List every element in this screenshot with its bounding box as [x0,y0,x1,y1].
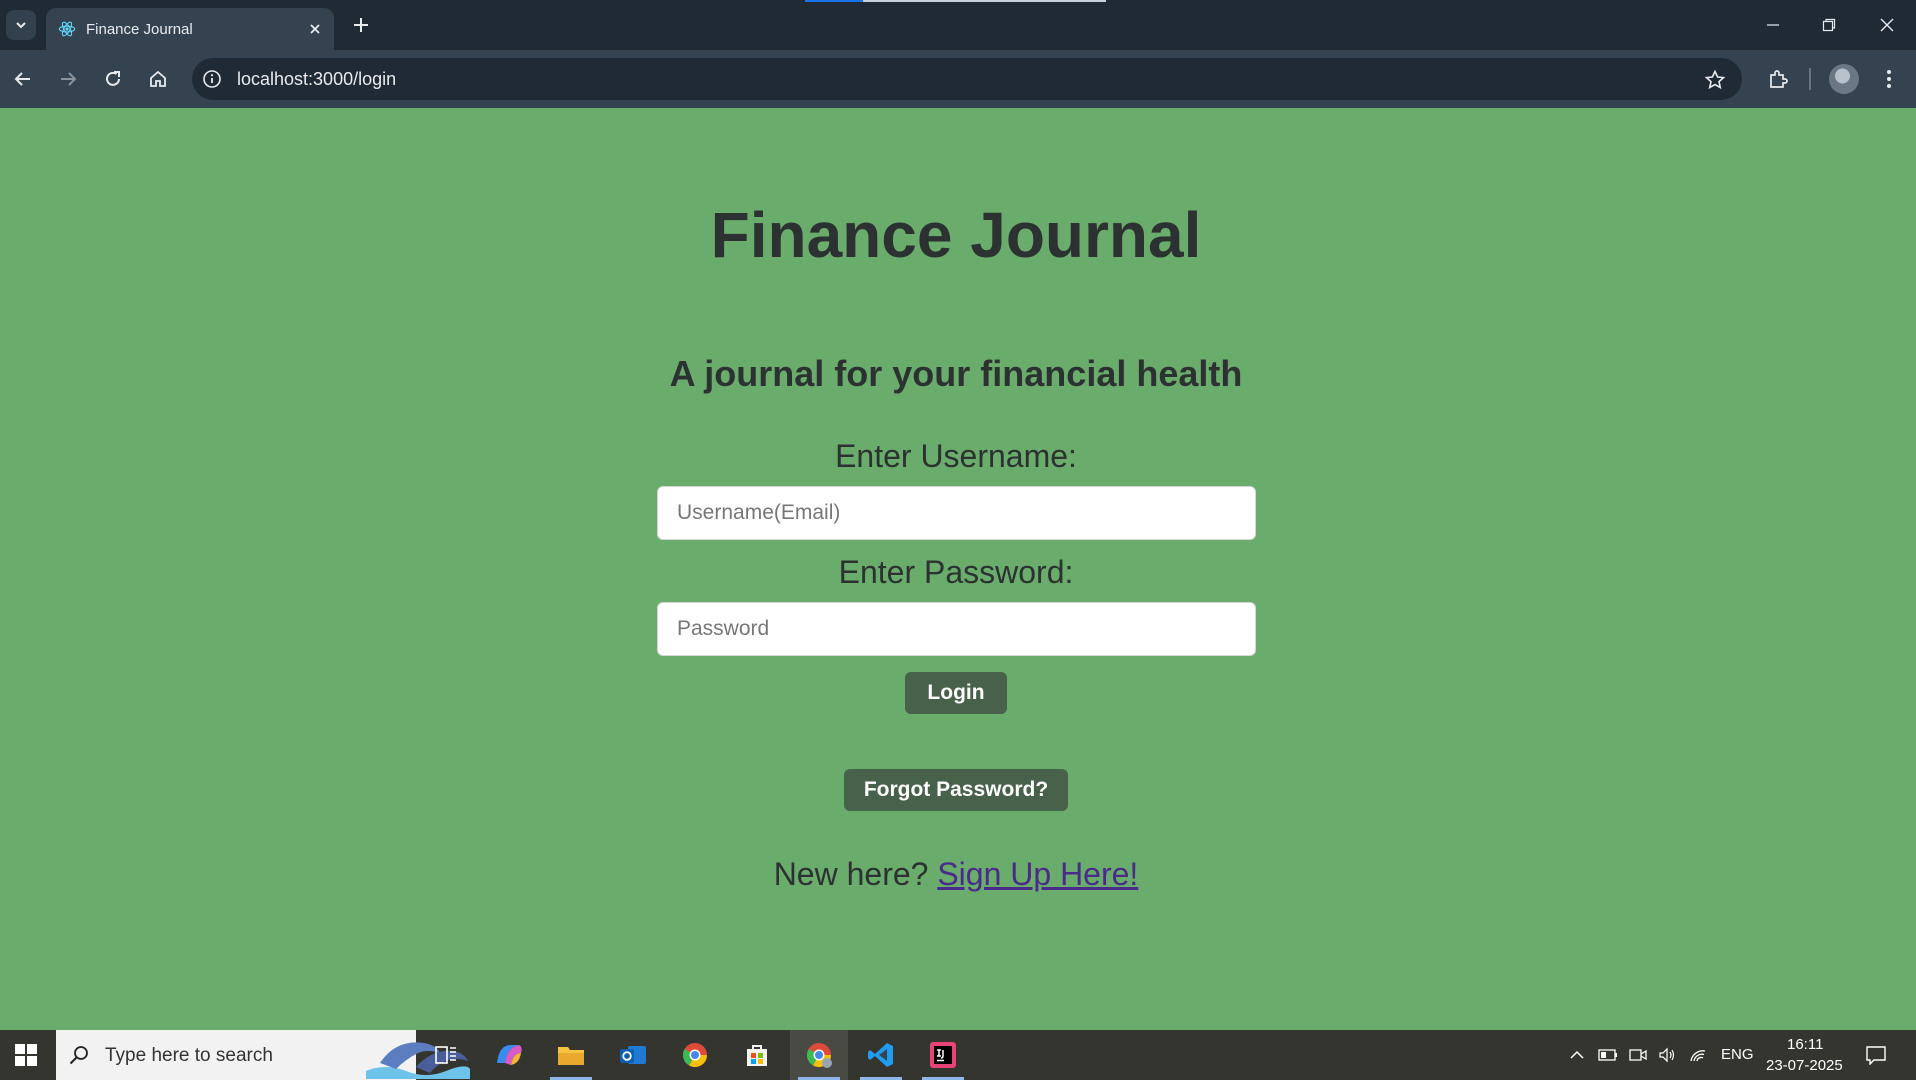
wifi-icon [1690,1050,1706,1062]
home-button[interactable] [143,64,173,94]
clock-time[interactable]: 16:11 [1787,1036,1823,1053]
start-button[interactable] [0,1030,52,1080]
forgot-password-button[interactable]: Forgot Password? [844,769,1068,811]
task-view-button[interactable] [417,1030,475,1080]
battery-status[interactable] [1596,1043,1620,1067]
browser-menu-button[interactable] [1874,64,1904,94]
signup-prompt: New here? Sign Up Here! [0,856,1912,893]
close-tab-icon[interactable] [306,20,324,38]
tab-title: Finance Journal [86,21,193,38]
extensions-button[interactable] [1763,64,1793,94]
home-icon [150,70,166,87]
chrome-profile-icon [806,1043,832,1068]
reload-icon [106,71,120,86]
page-title: Finance Journal [710,199,1202,271]
url-text[interactable]: localhost:3000/login [237,69,396,90]
signup-link[interactable]: Sign Up Here! [937,856,1138,892]
windows-taskbar: Type here to search ENG 16:11 23-07-2025 [0,1030,1916,1080]
chevron-down-icon [16,22,26,29]
username-label: Enter Username: [835,438,1077,474]
back-button[interactable] [8,64,38,94]
site-info-icon[interactable] [202,69,222,89]
restore-icon [1822,18,1836,32]
password-input[interactable] [657,602,1256,656]
taskbar-app-m365[interactable] [480,1030,538,1080]
restore-button[interactable] [1816,12,1842,38]
search-placeholder: Type here to search [105,1045,273,1066]
login-page: Finance Journal A journal for your finan… [0,108,1916,1030]
taskbar-app-outlook[interactable] [604,1030,662,1080]
profile-avatar[interactable] [1829,64,1859,94]
clock-date[interactable]: 23-07-2025 [1766,1057,1843,1074]
login-button[interactable]: Login [905,672,1007,714]
signup-prompt-text: New here? [773,856,929,892]
meet-now-button[interactable] [1626,1043,1650,1067]
page-load-progress [805,0,863,2]
folder-icon [558,1047,584,1065]
battery-icon [1598,1049,1617,1061]
toolbar-divider [1809,68,1811,90]
close-icon [1880,18,1894,32]
chevron-up-icon [1570,1050,1584,1059]
notification-icon [1866,1046,1886,1065]
taskbar-app-intellij[interactable] [914,1030,972,1080]
show-hidden-icons-button[interactable] [1565,1043,1589,1067]
vscode-icon [868,1043,893,1067]
username-input[interactable] [657,486,1256,540]
windows-logo-icon [15,1044,37,1066]
chrome-icon [682,1043,707,1068]
network-button[interactable] [1686,1043,1710,1067]
browser-tab-active[interactable]: Finance Journal [46,8,334,50]
minimize-icon [1767,24,1779,26]
taskbar-app-store[interactable] [728,1030,786,1080]
bookmark-star-icon[interactable] [1704,69,1726,91]
task-view-icon [435,1046,456,1064]
speaker-icon [1659,1047,1675,1063]
tab-search-button[interactable] [6,10,36,40]
react-icon [58,21,76,37]
input-language[interactable]: ENG [1721,1046,1754,1063]
notification-center-button[interactable] [1864,1043,1888,1067]
intellij-icon [930,1042,956,1068]
microsoft-365-icon [497,1045,522,1065]
taskbar-search-box[interactable]: Type here to search [56,1030,470,1080]
arrow-left-icon [14,72,30,86]
browser-toolbar: localhost:3000/login [0,50,1916,108]
camera-icon [1629,1049,1647,1061]
taskbar-app-chrome-active[interactable] [790,1030,848,1080]
search-icon [69,1046,88,1065]
new-tab-icon[interactable] [349,13,373,37]
reload-button[interactable] [98,64,128,94]
minimize-button[interactable] [1760,12,1786,38]
arrow-right-icon [61,72,77,86]
taskbar-app-file-explorer[interactable] [542,1030,600,1080]
forward-button[interactable] [53,64,83,94]
address-bar[interactable]: localhost:3000/login [192,58,1742,100]
page-subtitle: A journal for your financial health [669,353,1243,394]
password-label: Enter Password: [838,554,1074,590]
more-vertical-icon [1887,70,1891,88]
browser-tab-strip: Finance Journal [0,0,1916,50]
outlook-icon [620,1046,646,1064]
volume-button[interactable] [1655,1043,1679,1067]
taskbar-app-vscode[interactable] [852,1030,910,1080]
taskbar-app-chrome[interactable] [666,1030,724,1080]
puzzle-piece-icon [1770,70,1788,88]
microsoft-store-icon [747,1045,767,1066]
close-window-button[interactable] [1874,12,1900,38]
